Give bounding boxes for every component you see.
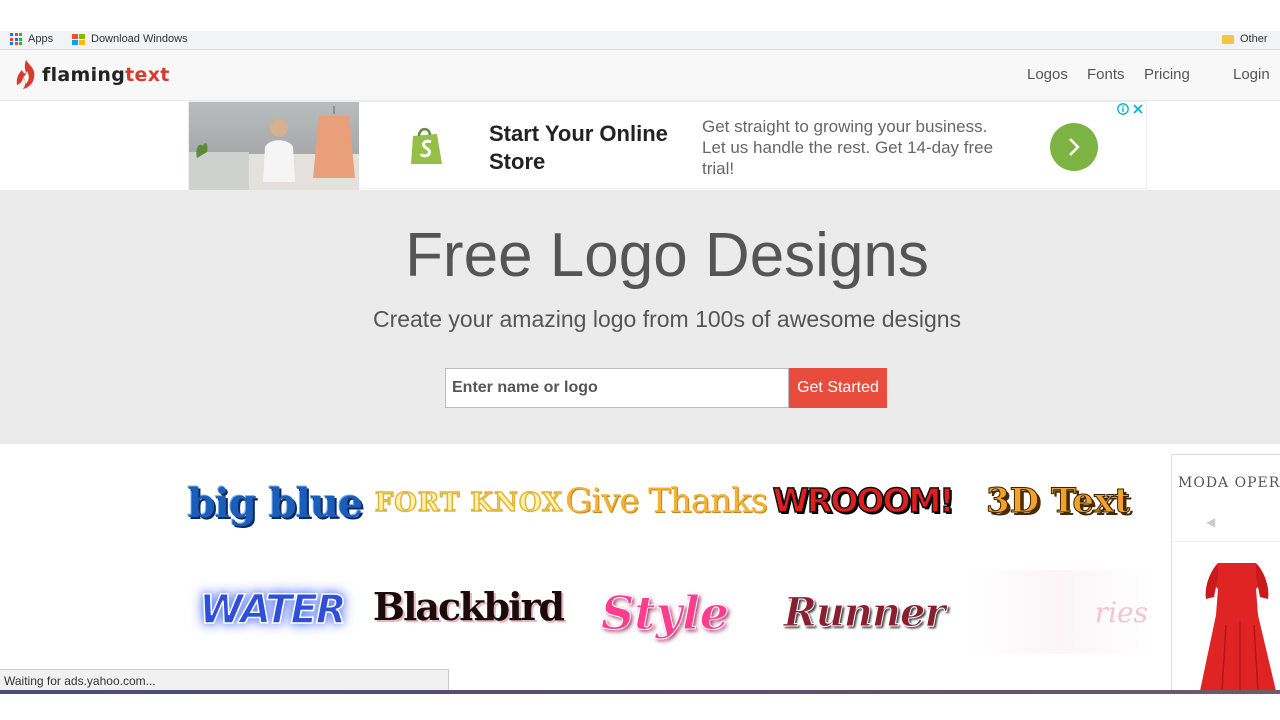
- logo-big-blue[interactable]: big blue: [185, 478, 365, 528]
- logo-3d-text[interactable]: 3D Text: [972, 478, 1144, 524]
- side-ad[interactable]: MODA OPER ◀: [1171, 454, 1280, 690]
- brand-logo[interactable]: flamingtext: [14, 59, 170, 91]
- flame-icon: [16, 60, 35, 89]
- red-dress-image: [1200, 563, 1276, 690]
- brand-name: flamingtext: [42, 64, 170, 86]
- side-ad-divider: [1172, 541, 1280, 542]
- logo-style[interactable]: Style: [600, 578, 730, 648]
- logo-wrooom[interactable]: WROOOM!: [772, 478, 955, 522]
- logo-blackbird[interactable]: Blackbird: [373, 582, 565, 630]
- carousel-prev-icon[interactable]: ◀: [1206, 515, 1215, 529]
- hero-section: Free Logo Designs Create your amazing lo…: [0, 190, 1280, 444]
- browser-status-bar: Waiting for ads.yahoo.com...: [0, 669, 449, 691]
- ad-body-text: Get straight to growing your business. L…: [702, 117, 994, 178]
- bookmark-download-windows-label: Download Windows: [91, 33, 188, 45]
- windows-icon: [72, 33, 85, 45]
- logo-water[interactable]: WATER: [188, 582, 356, 638]
- bookmark-other[interactable]: Other: [1222, 33, 1268, 45]
- hero-subtitle: Create your amazing logo from 100s of aw…: [372, 306, 962, 332]
- nav-login[interactable]: Login: [1233, 66, 1270, 83]
- ad-cta-button[interactable]: [1050, 123, 1098, 171]
- bookmark-download-windows[interactable]: Download Windows: [72, 33, 188, 45]
- hero-title: Free Logo Designs: [405, 221, 929, 290]
- folder-icon: [1222, 34, 1234, 44]
- bookmark-apps[interactable]: Apps: [10, 33, 53, 45]
- site-header: flamingtext Logos Fonts Pricing Login: [0, 51, 1280, 101]
- apps-grid-icon: [10, 33, 22, 45]
- bookmark-other-label: Other: [1240, 33, 1268, 45]
- bookmarks-bar: Apps Download Windows Other: [0, 31, 1280, 50]
- bottom-strip: [0, 694, 1280, 720]
- info-icon: [1117, 103, 1129, 115]
- ad-banner[interactable]: Start Your Online Store Get straight to …: [188, 101, 1147, 190]
- ad-photo: [189, 102, 359, 190]
- nav-logos[interactable]: Logos: [1027, 66, 1068, 83]
- logo-name-input[interactable]: [445, 368, 789, 408]
- shopify-bag-icon: [411, 127, 442, 164]
- chevron-right-icon: [1069, 138, 1080, 156]
- close-icon: [1133, 104, 1143, 114]
- side-ad-brand: MODA OPER: [1178, 475, 1280, 491]
- get-started-button[interactable]: Get Started: [789, 368, 887, 408]
- ad-title: Start Your Online Store: [489, 121, 668, 174]
- bookmark-apps-label: Apps: [28, 33, 54, 45]
- nav-pricing[interactable]: Pricing: [1144, 66, 1190, 83]
- logo-fort-knox[interactable]: FORT KNOX: [374, 480, 563, 525]
- nav-fonts[interactable]: Fonts: [1087, 66, 1125, 83]
- logo-give-thanks[interactable]: Give Thanks: [565, 478, 768, 524]
- logo-runner[interactable]: Runner: [774, 586, 954, 638]
- logo-faded[interactable]: ries: [968, 570, 1152, 654]
- top-strip: [0, 0, 1280, 31]
- ad-choices[interactable]: [1117, 103, 1143, 115]
